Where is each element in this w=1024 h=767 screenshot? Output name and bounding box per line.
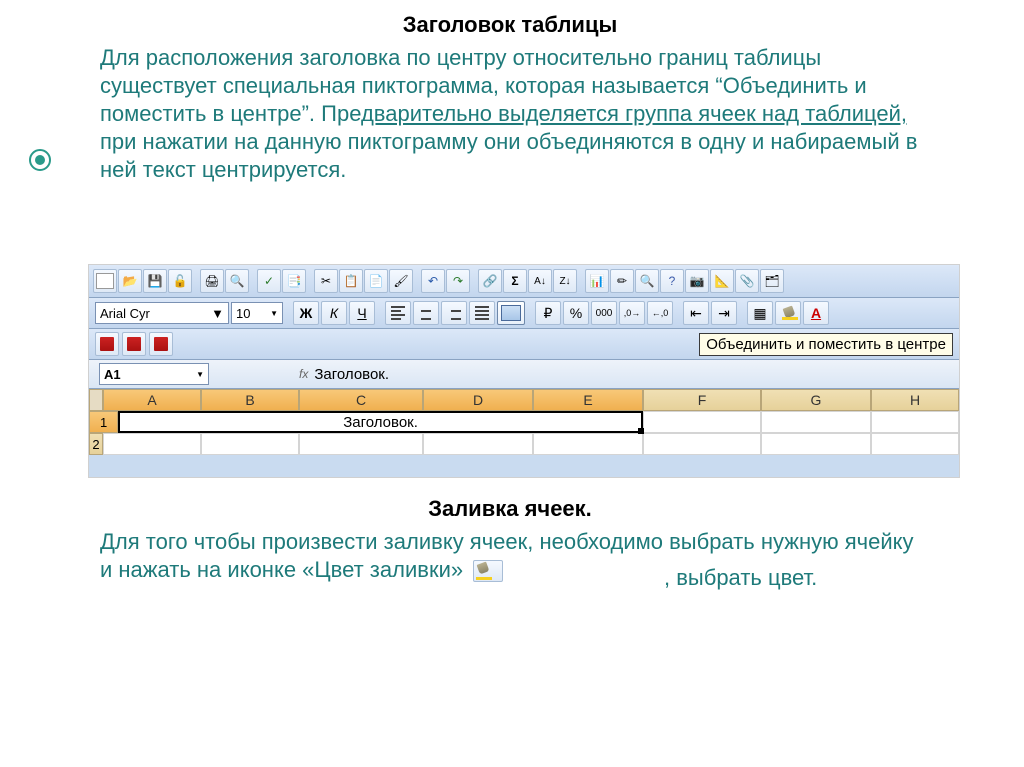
grid-row-2: 2: [89, 433, 959, 455]
misc-icon-1[interactable]: 📐: [710, 269, 734, 293]
cell[interactable]: [103, 433, 201, 455]
save-icon[interactable]: 💾: [143, 269, 167, 293]
col-header-c[interactable]: C: [299, 389, 423, 411]
select-all-corner[interactable]: [89, 389, 103, 411]
currency-button[interactable]: ₽: [535, 301, 561, 325]
bold-button[interactable]: Ж: [293, 301, 319, 325]
align-left-button[interactable]: [385, 301, 411, 325]
permissions-icon[interactable]: 🔓: [168, 269, 192, 293]
cell[interactable]: [423, 433, 533, 455]
font-size-selector[interactable]: 10 ▼: [231, 302, 283, 324]
dropdown-arrow-icon: ▼: [211, 306, 224, 321]
row-header-1[interactable]: 1: [89, 411, 118, 433]
formula-input[interactable]: Заголовок.: [314, 366, 389, 383]
cell-reference: A1: [104, 367, 121, 382]
row-header-2[interactable]: 2: [89, 433, 103, 455]
col-header-b[interactable]: B: [201, 389, 299, 411]
pdf-icon-2[interactable]: [122, 332, 146, 356]
underline-button[interactable]: Ч: [349, 301, 375, 325]
col-header-f[interactable]: F: [643, 389, 761, 411]
col-header-g[interactable]: G: [761, 389, 871, 411]
cell[interactable]: [201, 433, 299, 455]
col-header-d[interactable]: D: [423, 389, 533, 411]
research-icon[interactable]: 📑: [282, 269, 306, 293]
paste-icon[interactable]: 📄: [364, 269, 388, 293]
paragraph-1: Для расположения заголовка по центру отн…: [100, 44, 940, 184]
sort-asc-icon[interactable]: A↓: [528, 269, 552, 293]
misc-icon-2[interactable]: 📎: [735, 269, 759, 293]
formula-bar: A1 ▼ fx Заголовок.: [89, 360, 959, 389]
align-center-button[interactable]: [413, 301, 439, 325]
sort-desc-icon[interactable]: Z↓: [553, 269, 577, 293]
dropdown-arrow-icon: ▼: [196, 370, 204, 379]
decrease-decimal-button[interactable]: ←,0: [647, 301, 673, 325]
formatting-toolbar: Arial Cyr ▼ 10 ▼ Ж К Ч ₽ % 000 ,0→ ←,0: [89, 298, 959, 329]
fx-label[interactable]: fx: [299, 367, 308, 381]
pdf-toolbar: Объединить и поместить в центре: [89, 329, 959, 360]
grid-row-1: 1 Заголовок.: [89, 411, 959, 433]
cell[interactable]: [299, 433, 423, 455]
cell[interactable]: [761, 411, 871, 433]
cell[interactable]: [871, 411, 959, 433]
italic-button[interactable]: К: [321, 301, 347, 325]
fill-color-icon: [473, 560, 503, 582]
chart-wizard-icon[interactable]: 📊: [585, 269, 609, 293]
cell[interactable]: [643, 411, 761, 433]
align-right-button[interactable]: [441, 301, 467, 325]
fill-color-button[interactable]: [775, 301, 801, 325]
cell[interactable]: [643, 433, 761, 455]
spelling-icon[interactable]: ✓: [257, 269, 281, 293]
cell[interactable]: [533, 433, 643, 455]
autosum-icon[interactable]: Σ: [503, 269, 527, 293]
justify-button[interactable]: [469, 301, 495, 325]
merged-cell-a1-e1[interactable]: Заголовок.: [118, 411, 643, 433]
format-painter-icon[interactable]: 🖌: [389, 269, 413, 293]
increase-decimal-button[interactable]: ,0→: [619, 301, 645, 325]
standard-toolbar: 📂 💾 🔓 🖨 🔍 ✓ 📑 ✂ 📋 📄 🖌 ↶ ↷ 🔗 Σ A↓ Z↓ 📊 ✏ …: [89, 265, 959, 298]
font-color-button[interactable]: A: [803, 301, 829, 325]
paragraph-2-tail: , выбрать цвет.: [664, 565, 817, 591]
increase-indent-button[interactable]: ⇥: [711, 301, 737, 325]
pdf-icon-1[interactable]: [95, 332, 119, 356]
col-header-e[interactable]: E: [533, 389, 643, 411]
col-header-a[interactable]: A: [103, 389, 201, 411]
bullet-icon: [28, 148, 52, 172]
cell[interactable]: [761, 433, 871, 455]
column-headers: ABCDEFGH: [89, 389, 959, 411]
cell[interactable]: [871, 433, 959, 455]
copy-icon[interactable]: 📋: [339, 269, 363, 293]
redo-icon[interactable]: ↷: [446, 269, 470, 293]
pdf-icon-3[interactable]: [149, 332, 173, 356]
hyperlink-icon[interactable]: 🔗: [478, 269, 502, 293]
help-icon[interactable]: ?: [660, 269, 684, 293]
font-name-value: Arial Cyr: [100, 306, 150, 321]
zoom-icon[interactable]: 🔍: [635, 269, 659, 293]
para1-part-b: при нажатии на данную пиктограмму они об…: [100, 129, 917, 182]
decrease-indent-button[interactable]: ⇤: [683, 301, 709, 325]
name-box[interactable]: A1 ▼: [99, 363, 209, 385]
camera-icon[interactable]: 📷: [685, 269, 709, 293]
print-preview-icon[interactable]: 🔍: [225, 269, 249, 293]
heading-fill-cells: Заливка ячеек.: [100, 496, 920, 522]
cut-icon[interactable]: ✂: [314, 269, 338, 293]
borders-button[interactable]: ▦: [747, 301, 773, 325]
comma-style-button[interactable]: 000: [591, 301, 617, 325]
percent-button[interactable]: %: [563, 301, 589, 325]
para1-underlined: дварительно выделяется группа ячеек над …: [361, 101, 907, 126]
heading-table-title: Заголовок таблицы: [100, 12, 920, 38]
col-header-h[interactable]: H: [871, 389, 959, 411]
dropdown-arrow-icon: ▼: [270, 309, 278, 318]
excel-screenshot: 📂 💾 🔓 🖨 🔍 ✓ 📑 ✂ 📋 📄 🖌 ↶ ↷ 🔗 Σ A↓ Z↓ 📊 ✏ …: [88, 264, 960, 478]
drawing-icon[interactable]: ✏: [610, 269, 634, 293]
font-size-value: 10: [236, 306, 250, 321]
open-icon[interactable]: 📂: [118, 269, 142, 293]
font-name-selector[interactable]: Arial Cyr ▼: [95, 302, 229, 324]
misc-icon-3[interactable]: 🗂: [760, 269, 784, 293]
new-doc-icon[interactable]: [93, 269, 117, 293]
merge-center-button[interactable]: [497, 301, 525, 325]
undo-icon[interactable]: ↶: [421, 269, 445, 293]
merge-tooltip: Объединить и поместить в центре: [699, 333, 953, 356]
print-icon[interactable]: 🖨: [200, 269, 224, 293]
